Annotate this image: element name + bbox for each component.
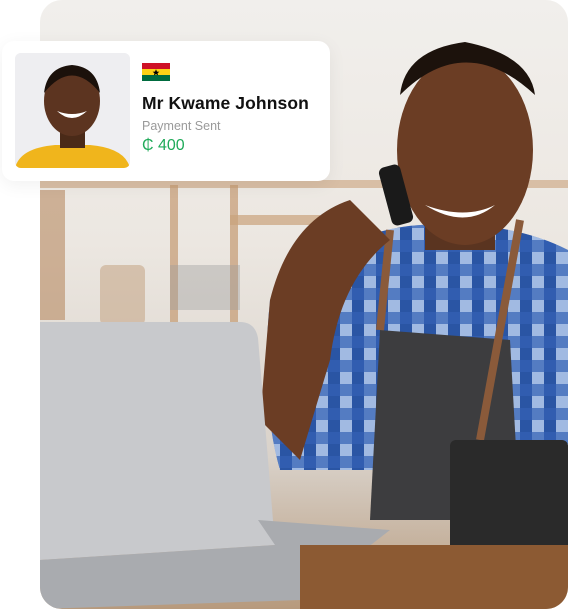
payment-amount: ₵ 400 — [142, 137, 185, 154]
person-portrait-icon — [15, 53, 130, 168]
recipient-name: Mr Kwame Johnson — [142, 93, 309, 113]
ghana-flag-icon — [142, 63, 170, 81]
payment-notification-card: Mr Kwame Johnson Payment Sent ₵ 400 — [2, 41, 330, 181]
payment-status: Payment Sent — [142, 119, 221, 133]
avatar — [15, 53, 130, 168]
